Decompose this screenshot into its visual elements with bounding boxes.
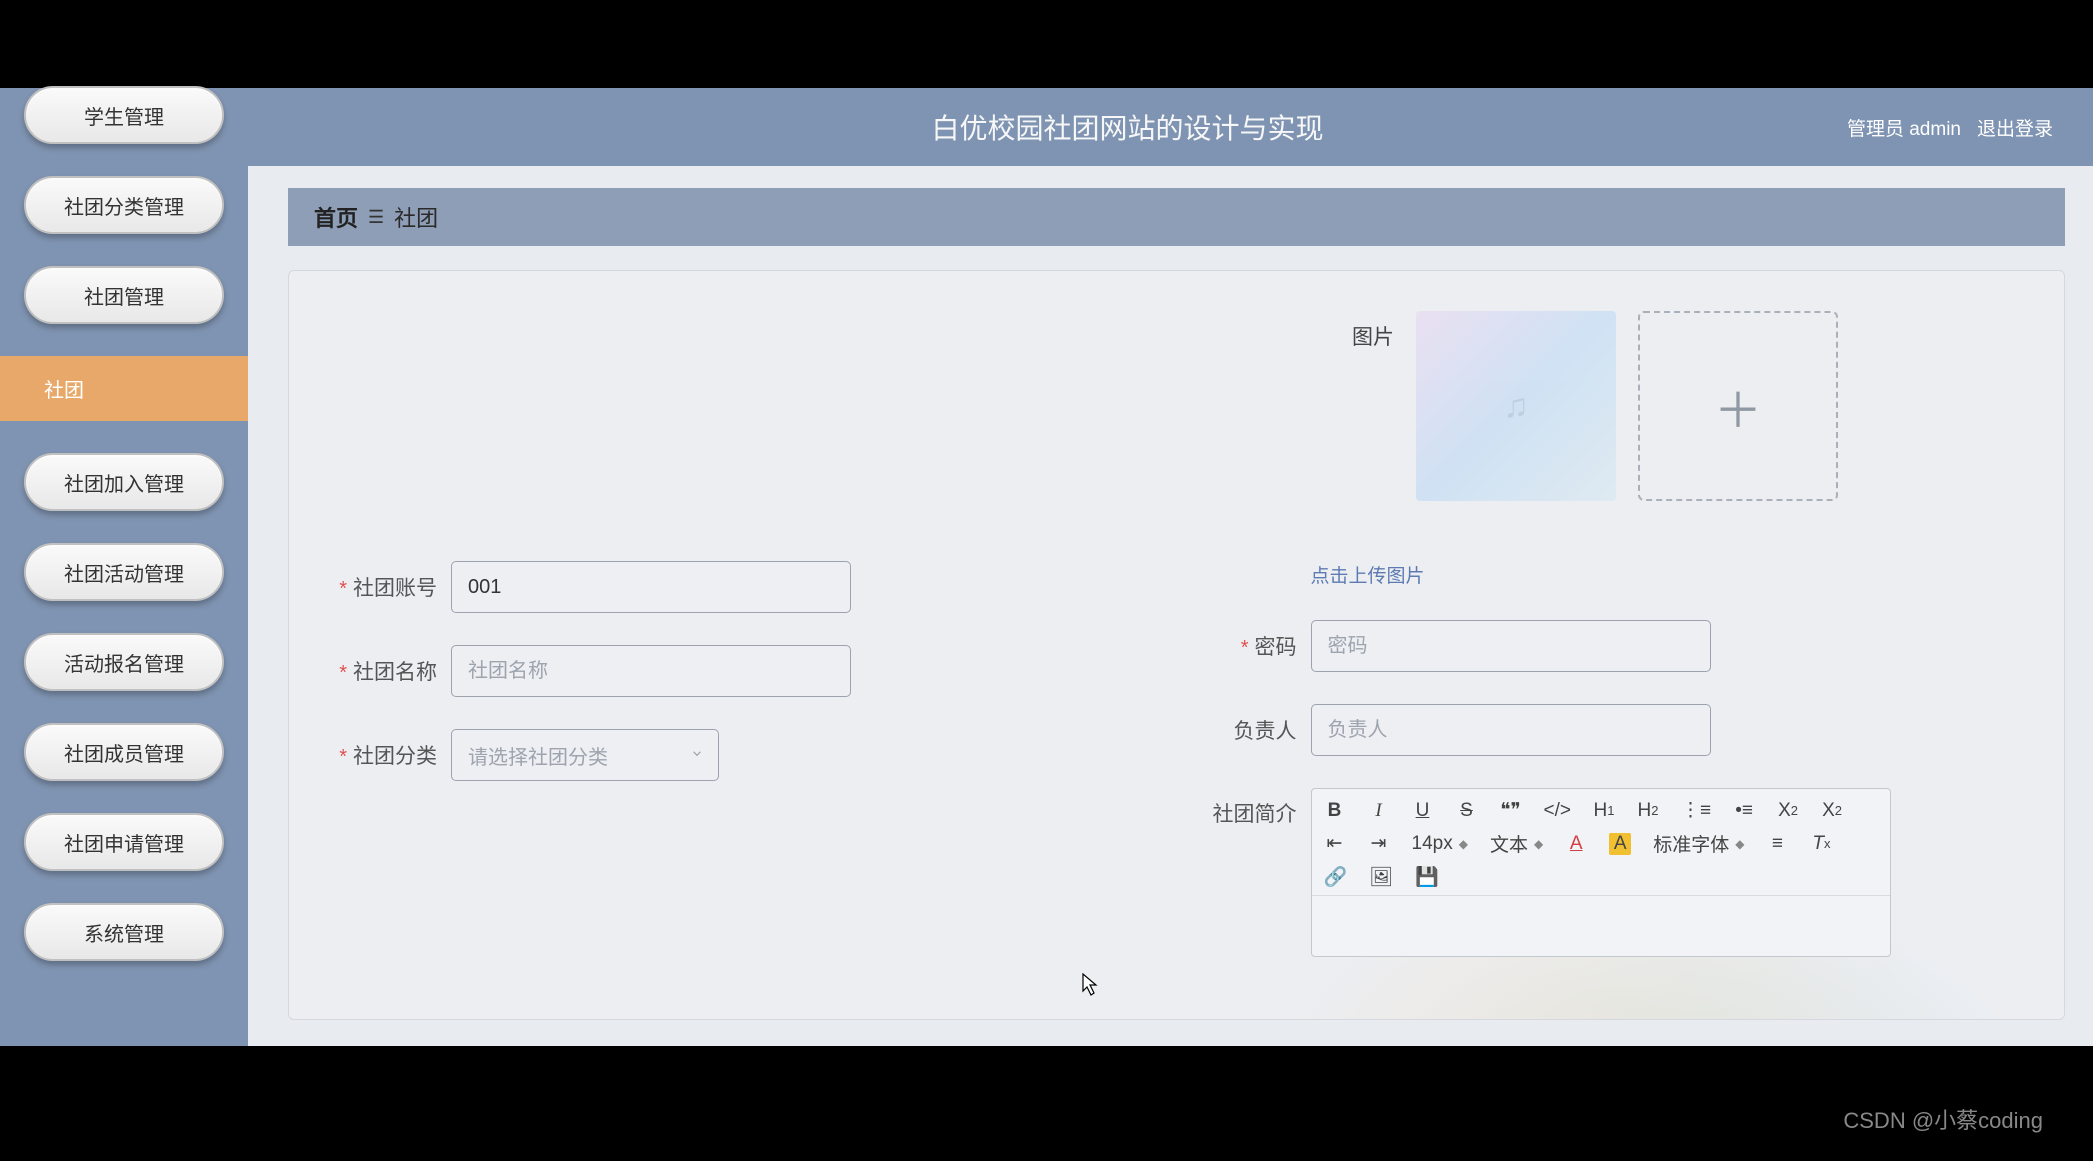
input-account[interactable] <box>451 561 851 613</box>
form-columns: *社团账号 *社团名称 *社团分类 请选择社团分类 <box>315 561 2038 989</box>
sidebar-item-system-mgmt[interactable]: 系统管理 <box>24 903 224 961</box>
row-leader: 负责人 <box>1187 704 2039 756</box>
sidebar-item-label: 社团分类管理 <box>64 191 184 220</box>
text-type-select[interactable]: 文本◆ <box>1490 830 1543 857</box>
sidebar-item-label: 社团管理 <box>84 281 164 310</box>
underline-button[interactable]: U <box>1412 800 1434 822</box>
label-category: *社团分类 <box>315 740 437 770</box>
upload-hint[interactable]: 点击上传图片 <box>1311 561 1425 588</box>
row-intro: 社团简介 B I U S ❝❞ </> H1 H2 ⋮≡ <box>1187 788 2039 957</box>
sidebar-item-club-category-mgmt[interactable]: 社团分类管理 <box>24 176 224 234</box>
code-button[interactable]: </> <box>1544 800 1571 822</box>
superscript-button[interactable]: X2 <box>1821 800 1843 822</box>
sidebar-item-label: 社团 <box>44 380 84 402</box>
image-upload-row: 图片 ♫ ＋ <box>315 311 2038 501</box>
indent-right-button[interactable]: ⇥ <box>1368 832 1390 855</box>
image-thumbnail[interactable]: ♫ <box>1416 311 1616 501</box>
italic-button[interactable]: I <box>1368 800 1390 822</box>
chevron-down-icon <box>690 744 704 767</box>
page-title: 白优校园社团网站的设计与实现 <box>288 107 1847 147</box>
sidebar-item-label: 社团成员管理 <box>64 738 184 767</box>
unordered-list-button[interactable]: •≡ <box>1733 800 1755 822</box>
h2-button[interactable]: H2 <box>1637 800 1659 822</box>
form-left-column: *社团账号 *社团名称 *社团分类 请选择社团分类 <box>315 561 1167 989</box>
row-password: *密码 <box>1187 620 2039 672</box>
form-right-column: 点击上传图片 *密码 负责人 社团简介 B <box>1187 561 2039 989</box>
user-label[interactable]: 管理员 admin <box>1847 114 1961 141</box>
sidebar-item-activity-signup-mgmt[interactable]: 活动报名管理 <box>24 633 224 691</box>
align-button[interactable]: ≡ <box>1766 833 1788 855</box>
row-category: *社团分类 请选择社团分类 <box>315 729 1167 781</box>
sidebar-item-club-apply-mgmt[interactable]: 社团申请管理 <box>24 813 224 871</box>
sidebar-item-label: 社团申请管理 <box>64 828 184 857</box>
rich-text-editor: B I U S ❝❞ </> H1 H2 ⋮≡ •≡ X2 <box>1311 788 1891 957</box>
chevron-updown-icon: ◆ <box>1459 837 1468 851</box>
sidebar-item-club-join-mgmt[interactable]: 社团加入管理 <box>24 453 224 511</box>
input-name[interactable] <box>451 645 851 697</box>
select-placeholder: 请选择社团分类 <box>468 741 608 770</box>
clear-format-button[interactable]: Tx <box>1810 833 1832 855</box>
hamburger-icon: ☰ <box>368 207 384 228</box>
sidebar-item-students[interactable]: 学生管理 <box>24 86 224 144</box>
input-password[interactable] <box>1311 620 1711 672</box>
main-area: 白优校园社团网站的设计与实现 管理员 admin 退出登录 首页 ☰ 社团 图片… <box>248 88 2093 1046</box>
required-mark: * <box>1241 637 1249 659</box>
save-button[interactable]: 💾 <box>1415 865 1439 889</box>
image-upload-box[interactable]: ＋ <box>1638 311 1838 501</box>
plus-icon: ＋ <box>1714 371 1762 441</box>
font-size-select[interactable]: 14px◆ <box>1412 833 1468 855</box>
header: 白优校园社团网站的设计与实现 管理员 admin 退出登录 <box>248 88 2093 166</box>
input-leader[interactable] <box>1311 704 1711 756</box>
rte-toolbar: B I U S ❝❞ </> H1 H2 ⋮≡ •≡ X2 <box>1312 789 1890 896</box>
highlight-button[interactable]: A <box>1609 833 1631 855</box>
label-leader: 负责人 <box>1187 715 1297 745</box>
form-card: 图片 ♫ ＋ *社团账号 *社团名称 *社团 <box>288 270 2065 1020</box>
link-button[interactable]: 🔗 <box>1324 865 1348 889</box>
sidebar-item-label: 活动报名管理 <box>64 648 184 677</box>
chevron-updown-icon: ◆ <box>1735 837 1744 851</box>
ordered-list-button[interactable]: ⋮≡ <box>1681 799 1711 822</box>
sidebar-item-club-mgmt[interactable]: 社团管理 <box>24 266 224 324</box>
label-account: *社团账号 <box>315 572 437 602</box>
row-upload-hint: 点击上传图片 <box>1187 561 2039 588</box>
font-family-select[interactable]: 标准字体◆ <box>1653 830 1744 857</box>
rte-content[interactable] <box>1312 896 1890 956</box>
sidebar-item-label: 系统管理 <box>84 918 164 947</box>
label-intro: 社团简介 <box>1187 788 1297 828</box>
image-button[interactable]: 🖼 <box>1369 865 1393 889</box>
required-mark: * <box>339 662 347 684</box>
bold-button[interactable]: B <box>1324 800 1346 822</box>
font-color-button[interactable]: A <box>1565 833 1587 855</box>
label-name: *社团名称 <box>315 656 437 686</box>
quote-button[interactable]: ❝❞ <box>1500 799 1522 822</box>
breadcrumb-current: 社团 <box>394 201 438 233</box>
sidebar-item-club-member-mgmt[interactable]: 社团成员管理 <box>24 723 224 781</box>
required-mark: * <box>339 578 347 600</box>
breadcrumb-home[interactable]: 首页 <box>314 201 358 233</box>
sidebar-item-label: 社团活动管理 <box>64 558 184 587</box>
strikethrough-button[interactable]: S <box>1456 800 1478 822</box>
h1-button[interactable]: H1 <box>1593 800 1615 822</box>
app-window: 学生管理 社团分类管理 社团管理 社团 社团加入管理 社团活动管理 活动报名管理… <box>0 88 2093 1046</box>
sidebar-item-label: 社团加入管理 <box>64 468 184 497</box>
select-category[interactable]: 请选择社团分类 <box>451 729 719 781</box>
breadcrumb: 首页 ☰ 社团 <box>288 188 2065 246</box>
logout-link[interactable]: 退出登录 <box>1977 114 2053 141</box>
label-password: *密码 <box>1187 631 1297 661</box>
row-account: *社团账号 <box>315 561 1167 613</box>
row-name: *社团名称 <box>315 645 1167 697</box>
header-right: 管理员 admin 退出登录 <box>1847 114 2053 141</box>
watermark: CSDN @小蔡coding <box>1843 1103 2043 1135</box>
sidebar-item-label: 学生管理 <box>84 101 164 130</box>
indent-left-button[interactable]: ⇤ <box>1324 832 1346 855</box>
sidebar-item-club[interactable]: 社团 <box>0 356 248 421</box>
chevron-updown-icon: ◆ <box>1534 837 1543 851</box>
required-mark: * <box>339 746 347 768</box>
sidebar: 学生管理 社团分类管理 社团管理 社团 社团加入管理 社团活动管理 活动报名管理… <box>0 88 248 1046</box>
image-label: 图片 <box>1352 321 1394 351</box>
sidebar-item-club-activity-mgmt[interactable]: 社团活动管理 <box>24 543 224 601</box>
subscript-button[interactable]: X2 <box>1777 800 1799 822</box>
